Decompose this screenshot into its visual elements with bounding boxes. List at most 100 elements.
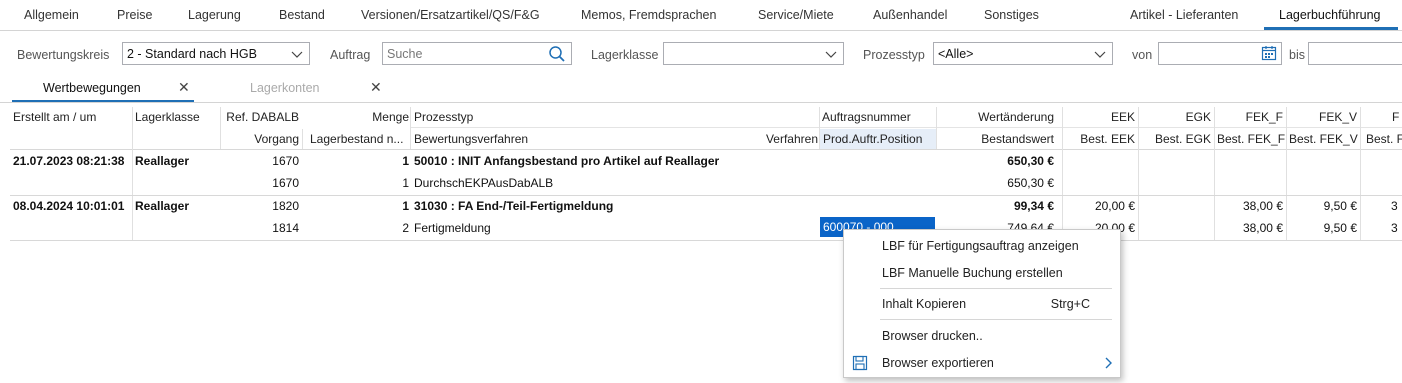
col-header-verfahren[interactable]: Verfahren [748,129,821,149]
chevron-down-icon [291,49,303,59]
chevron-right-icon [1104,357,1112,372]
cell-best-extra: 3 [1391,221,1398,235]
bewertungskreis-select[interactable]: 2 - Standard nach HGB [122,42,310,65]
active-tab-indicator [1264,27,1398,30]
search-icon[interactable] [548,45,566,66]
col-header-erstellt[interactable]: Erstellt am / um [10,107,132,127]
col-header-prozesstyp[interactable]: Prozesstyp [411,107,819,127]
col-header-eek[interactable]: EEK [1062,107,1138,127]
chevron-down-icon [1094,49,1106,59]
menu-item-label: LBF Manuelle Buchung erstellen [882,266,1063,280]
close-icon[interactable]: ✕ [370,79,382,96]
tab-aussenhandel[interactable]: Außenhandel [873,8,947,22]
col-header-best-extra[interactable]: Best. F [1363,129,1402,149]
col-header-fek-f[interactable]: FEK_F [1214,107,1286,127]
col-header-auftragsnummer[interactable]: Auftragsnummer [819,107,936,127]
tab-preise[interactable]: Preise [117,8,152,22]
col-header-extra[interactable]: F [1392,107,1402,127]
col-header-bestandswert[interactable]: Bestandswert [936,129,1057,149]
col-header-prod-position[interactable]: Prod.Auftr.Position [820,129,936,149]
lagerklasse-select[interactable] [663,42,844,65]
menu-item-label: Browser drucken.. [882,329,983,343]
active-subtab-indicator [12,100,194,102]
close-icon[interactable]: ✕ [178,79,190,96]
menu-item-shortcut: Strg+C [1050,297,1090,311]
menu-item-label: LBF für Fertigungsauftrag anzeigen [882,239,1079,253]
menu-item-label: Browser exportieren [882,356,994,370]
col-divider [1138,107,1139,240]
bewertungskreis-label: Bewertungskreis [17,48,110,62]
cell-prozesstyp: 50010 : INIT Anfangsbestand pro Artikel … [414,154,720,168]
header-bottom-border [10,149,1402,150]
bis-date-input[interactable] [1308,42,1402,65]
cell-vorgang: 1814 [272,221,299,235]
col-header-lagerbestand[interactable]: Lagerbestand n... [307,129,411,149]
tab-service-miete[interactable]: Service/Miete [758,8,834,22]
menu-separator [880,319,1112,320]
menu-item-lbf-fertigungsauftrag[interactable]: LBF für Fertigungsauftrag anzeigen [844,233,1120,259]
tab-sonstiges[interactable]: Sonstiges [984,8,1039,22]
menu-separator [880,288,1112,289]
menu-item-browser-drucken[interactable]: Browser drucken.. [844,323,1120,349]
cell-best-fek-f: 38,00 € [1242,221,1283,235]
col-header-egk[interactable]: EGK [1138,107,1214,127]
col-header-best-eek[interactable]: Best. EEK [1062,129,1138,149]
col-header-menge[interactable]: Menge [302,107,412,127]
cell-ref: 1670 [272,154,299,168]
cell-extra: 3 [1391,199,1398,213]
tab-memos[interactable]: Memos, Fremdsprachen [581,8,716,22]
cell-lagerbestand: 2 [402,221,409,235]
tab-lagerbuchfuehrung[interactable]: Lagerbuchführung [1279,8,1380,22]
col-header-best-fek-v[interactable]: Best. FEK_V [1286,129,1360,149]
lagerklasse-label: Lagerklasse [591,48,659,62]
bis-label: bis [1289,48,1305,62]
tab-allgemein[interactable]: Allgemein [24,8,79,22]
col-header-wertaenderung[interactable]: Wertänderung [936,107,1057,127]
calendar-icon[interactable] [1261,45,1277,64]
col-header-fek-v[interactable]: FEK_V [1286,107,1360,127]
col-divider [819,107,820,149]
col-header-vorgang[interactable]: Vorgang [220,129,302,149]
menu-item-lbf-manuelle-buchung[interactable]: LBF Manuelle Buchung erstellen [844,260,1120,286]
cell-ref: 1820 [272,199,299,213]
cell-bewertungsverfahren: Fertigmeldung [414,221,491,235]
prozesstyp-select[interactable]: <Alle> [933,42,1113,65]
cell-best-fek-v: 9,50 € [1323,221,1357,235]
bewertungskreis-value: 2 - Standard nach HGB [127,47,257,61]
context-menu: LBF für Fertigungsauftrag anzeigen LBF M… [843,229,1121,378]
cell-eek: 20,00 € [1094,199,1135,213]
col-header-ref[interactable]: Ref. DABALB [220,107,302,127]
auftrag-label: Auftrag [330,48,371,62]
tab-bestand[interactable]: Bestand [279,8,325,22]
col-header-best-fek-f[interactable]: Best. FEK_F [1214,129,1286,149]
von-date-input[interactable] [1158,42,1282,65]
cell-prozesstyp: 31030 : FA End-/Teil-Fertigmeldung [414,199,614,213]
subtab-lagerkonten[interactable]: Lagerkonten [250,81,320,95]
menu-item-browser-exportieren[interactable]: Browser exportieren [844,350,1120,376]
col-header-bewertungsverfahren[interactable]: Bewertungsverfahren [411,129,741,149]
cell-lagerbestand: 1 [402,176,409,190]
col-header-best-egk[interactable]: Best. EGK [1138,129,1214,149]
col-header-lagerklasse[interactable]: Lagerklasse [132,107,220,127]
prozesstyp-value: <Alle> [938,47,974,61]
cell-vorgang: 1670 [272,176,299,190]
data-grid: Erstellt am / um Lagerklasse Ref. DABALB… [0,107,1402,383]
tab-lagerung[interactable]: Lagerung [188,8,241,22]
cell-wertaenderung: 650,30 € [1007,154,1054,168]
col-divider [220,107,221,149]
cell-menge: 1 [402,154,409,168]
tab-artikel-lieferanten[interactable]: Artikel - Lieferanten [1130,8,1238,22]
cell-lagerklasse: Reallager [135,199,190,213]
cell-datetime: 21.07.2023 08:21:38 [13,154,125,168]
cell-wertaenderung: 99,34 € [1013,199,1054,213]
filter-bar: Bewertungskreis 2 - Standard nach HGB Au… [0,38,1402,70]
group-divider [10,240,1402,241]
tab-versionen[interactable]: Versionen/Ersatzartikel/QS/F&G [361,8,540,22]
header-divider [410,127,1402,128]
subtab-bar: Wertbewegungen ✕ Lagerkonten ✕ [0,76,1402,103]
top-tab-bar: Allgemein Preise Lagerung Bestand Versio… [0,0,1402,31]
subtab-wertbewegungen[interactable]: Wertbewegungen [43,81,141,95]
auftrag-search-input[interactable]: Suche [382,42,572,65]
menu-item-inhalt-kopieren[interactable]: Inhalt Kopieren Strg+C [844,291,1120,317]
menu-item-label: Inhalt Kopieren [882,297,967,311]
